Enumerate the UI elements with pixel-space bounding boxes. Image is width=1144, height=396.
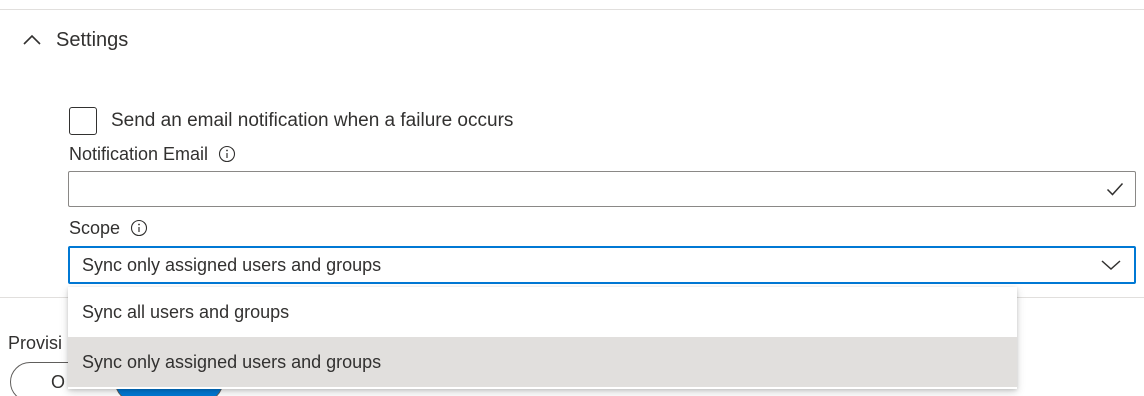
scope-option-assigned[interactable]: Sync only assigned users and groups bbox=[68, 337, 1017, 387]
chevron-down-icon bbox=[1088, 259, 1134, 271]
info-icon[interactable] bbox=[130, 219, 148, 237]
settings-title: Settings bbox=[56, 28, 129, 51]
email-notification-checkbox-label: Send an email notification when a failur… bbox=[111, 110, 514, 131]
chevron-up-icon bbox=[22, 30, 56, 50]
info-icon[interactable] bbox=[218, 145, 236, 163]
email-notification-checkbox-row[interactable]: Send an email notification when a failur… bbox=[69, 107, 513, 135]
notification-email-input[interactable] bbox=[69, 172, 1095, 206]
provisioning-status-label: Provisi bbox=[8, 333, 63, 353]
top-divider bbox=[0, 9, 1144, 10]
scope-label: Scope bbox=[69, 217, 121, 238]
scope-label-row: Scope bbox=[69, 216, 148, 240]
settings-section-header[interactable]: Settings bbox=[22, 24, 128, 56]
notification-email-field[interactable] bbox=[68, 171, 1136, 207]
scope-options-list: Sync all users and groups Sync only assi… bbox=[68, 287, 1017, 389]
notification-email-label: Notification Email bbox=[69, 143, 209, 164]
checkmark-icon bbox=[1095, 182, 1135, 196]
email-notification-checkbox[interactable] bbox=[69, 107, 97, 135]
scope-option-all[interactable]: Sync all users and groups bbox=[68, 287, 1017, 337]
scope-dropdown[interactable]: Sync only assigned users and groups bbox=[68, 246, 1136, 284]
scope-selected-value: Sync only assigned users and groups bbox=[82, 254, 382, 275]
notification-email-label-row: Notification Email bbox=[69, 142, 236, 166]
